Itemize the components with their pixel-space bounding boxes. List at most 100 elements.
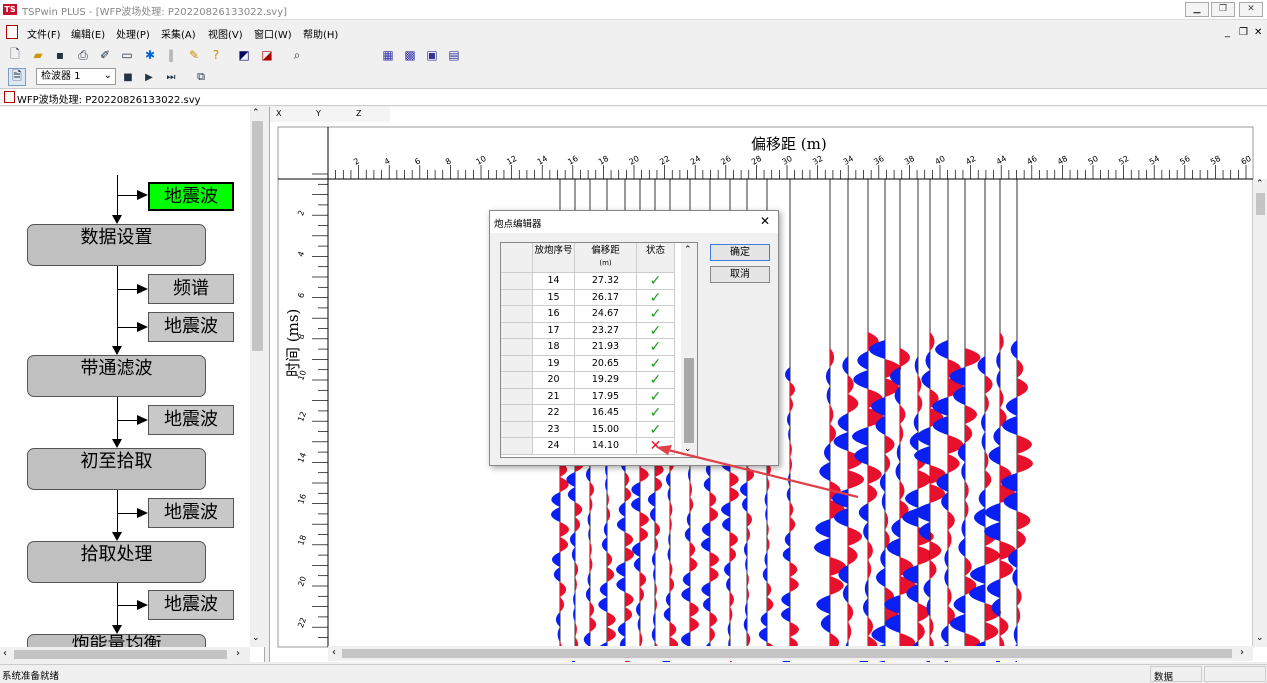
menu-edit[interactable]: 编辑(E) [71, 26, 105, 41]
row-header[interactable] [501, 388, 533, 405]
fast-forward-icon[interactable]: ⏭ [163, 69, 179, 85]
status-ok-icon[interactable]: ✓ [637, 388, 675, 405]
ok-button[interactable]: 确定 [710, 244, 770, 261]
close-button[interactable]: ✕ [1239, 2, 1263, 17]
flow-seismic-wave[interactable]: 地震波 [148, 312, 234, 342]
document-tab[interactable]: WFP波场处理: P20220826133022.svy [0, 88, 1267, 106]
grid-select-icon[interactable]: ▩ [402, 47, 418, 63]
settings-icon[interactable]: ✱ [142, 47, 158, 63]
report-icon[interactable]: ▤ [446, 47, 462, 63]
status-error-icon[interactable]: ✕ [637, 438, 675, 455]
grid-view-icon[interactable]: ▦ [380, 47, 396, 63]
status-ok-icon[interactable]: ✓ [637, 372, 675, 389]
status-ok-icon[interactable]: ✓ [637, 405, 675, 422]
row-header[interactable] [501, 372, 533, 389]
cancel-button[interactable]: 取消 [710, 266, 770, 283]
main-vertical-scrollbar[interactable]: ⌃ ⌄ [1253, 179, 1267, 647]
scroll-thumb[interactable] [14, 650, 227, 659]
scroll-up-icon[interactable]: ⌃ [684, 245, 692, 255]
mdi-close-icon[interactable]: ✕ [1254, 27, 1262, 38]
table-scrollbar[interactable]: ⌃ ⌄ [681, 243, 697, 457]
copy-window-icon[interactable]: ⧉ [193, 69, 209, 85]
window-icon[interactable]: ▭ [119, 47, 135, 63]
shot-number-cell: 14 [533, 273, 575, 290]
row-header[interactable] [501, 421, 533, 438]
mdi-restore-icon[interactable]: ❐ [1239, 27, 1248, 38]
menu-window[interactable]: 窗口(W) [254, 26, 292, 41]
row-header[interactable] [501, 322, 533, 339]
scroll-thumb[interactable] [684, 358, 694, 443]
flow-seismic-wave[interactable]: 地震波 [148, 405, 234, 435]
scroll-thumb[interactable] [342, 649, 1232, 658]
document-icon [6, 25, 18, 39]
scroll-left-icon[interactable]: ‹ [3, 648, 7, 659]
scroll-down-icon[interactable]: ⌄ [684, 444, 692, 454]
detector-select[interactable]: 检波器 1 ⌄ [36, 68, 116, 85]
scroll-right-icon[interactable]: › [236, 648, 240, 659]
flow-first-arrival-picking[interactable]: 初至拾取 [27, 448, 206, 490]
scroll-up-icon[interactable]: ⌃ [1256, 179, 1264, 189]
image-icon[interactable]: ▣ [424, 47, 440, 63]
chart-icon[interactable]: ◩ [236, 47, 252, 63]
status-ok-icon[interactable]: ✓ [637, 322, 675, 339]
row-header[interactable] [501, 355, 533, 372]
status-ok-icon[interactable]: ✓ [637, 289, 675, 306]
flow-seismic-wave[interactable]: 地震波 [148, 590, 234, 620]
menu-file[interactable]: 文件(F) [27, 26, 61, 41]
play-icon[interactable]: ▶ [141, 69, 157, 85]
row-header[interactable] [501, 306, 533, 323]
minimize-button[interactable]: ▁ [1185, 2, 1209, 17]
flow-data-settings[interactable]: 数据设置 [27, 224, 206, 266]
mdi-minimize-icon[interactable]: _ [1225, 27, 1230, 38]
save-icon[interactable]: ▪ [52, 47, 68, 63]
menu-acquire[interactable]: 采集(A) [161, 26, 196, 41]
flow-pick-processing[interactable]: 拾取处理 [27, 541, 206, 583]
left-horizontal-scrollbar[interactable]: ‹ › [0, 647, 250, 662]
row-header[interactable] [501, 405, 533, 422]
flow-bandpass-filter[interactable]: 带通滤波 [27, 355, 206, 397]
chart-edit-icon[interactable]: ◪ [259, 47, 275, 63]
menu-view[interactable]: 视图(V) [208, 26, 243, 41]
new-file-icon[interactable]: 🗋 [7, 47, 23, 63]
dialog-close-icon[interactable]: ✕ [760, 214, 770, 228]
flow-seismic-wave[interactable]: 地震波 [148, 498, 234, 528]
main-horizontal-scrollbar[interactable]: ‹ › [328, 646, 1253, 661]
scroll-left-icon[interactable]: ‹ [332, 647, 336, 658]
flow-spectrum[interactable]: 频谱 [148, 274, 234, 304]
dialog-titlebar: 炮点编辑器 ✕ [490, 211, 778, 233]
flow-connector [117, 605, 137, 606]
row-header[interactable] [501, 289, 533, 306]
open-folder-icon[interactable]: ▰ [30, 47, 46, 63]
flow-arrow [137, 190, 148, 200]
row-header[interactable] [501, 273, 533, 290]
menu-help[interactable]: 帮助(H) [303, 26, 338, 41]
scroll-up-icon[interactable]: ⌃ [252, 108, 260, 118]
scroll-down-icon[interactable]: ⌄ [252, 633, 260, 643]
acquisition-toolbar: 🗎 ■ ▶ ⏭ ⧉ [0, 66, 1267, 88]
shot-number-cell: 21 [533, 388, 575, 405]
row-header[interactable] [501, 438, 533, 455]
stop-icon[interactable]: ■ [120, 69, 136, 85]
status-ok-icon[interactable]: ✓ [637, 421, 675, 438]
scroll-right-icon[interactable]: › [1240, 647, 1244, 658]
status-ok-icon[interactable]: ✓ [637, 273, 675, 290]
row-header[interactable] [501, 339, 533, 356]
status-ok-icon[interactable]: ✓ [637, 339, 675, 356]
help-icon[interactable]: ? [208, 47, 224, 63]
print-icon[interactable]: ⎙ [75, 47, 91, 63]
scroll-thumb[interactable] [1256, 193, 1265, 215]
menu-process[interactable]: 处理(P) [116, 26, 150, 41]
tool-icon[interactable]: ✐ [97, 47, 113, 63]
pencil-icon[interactable]: ✎ [186, 47, 202, 63]
status-ok-icon[interactable]: ✓ [637, 306, 675, 323]
search-icon[interactable]: ⌕ [289, 47, 305, 63]
columns-icon[interactable]: ‖ [163, 47, 179, 63]
scroll-thumb[interactable] [252, 121, 263, 351]
offset-cell: 14.10 [575, 438, 637, 455]
left-vertical-scrollbar[interactable]: ⌃ ⌄ [250, 107, 265, 647]
restore-button[interactable]: ❐ [1211, 2, 1235, 17]
status-ok-icon[interactable]: ✓ [637, 355, 675, 372]
detector-icon[interactable]: 🗎 [8, 68, 26, 86]
flow-seismic-wave-selected[interactable]: 地震波 [148, 182, 234, 211]
scroll-down-icon[interactable]: ⌄ [1256, 633, 1264, 643]
